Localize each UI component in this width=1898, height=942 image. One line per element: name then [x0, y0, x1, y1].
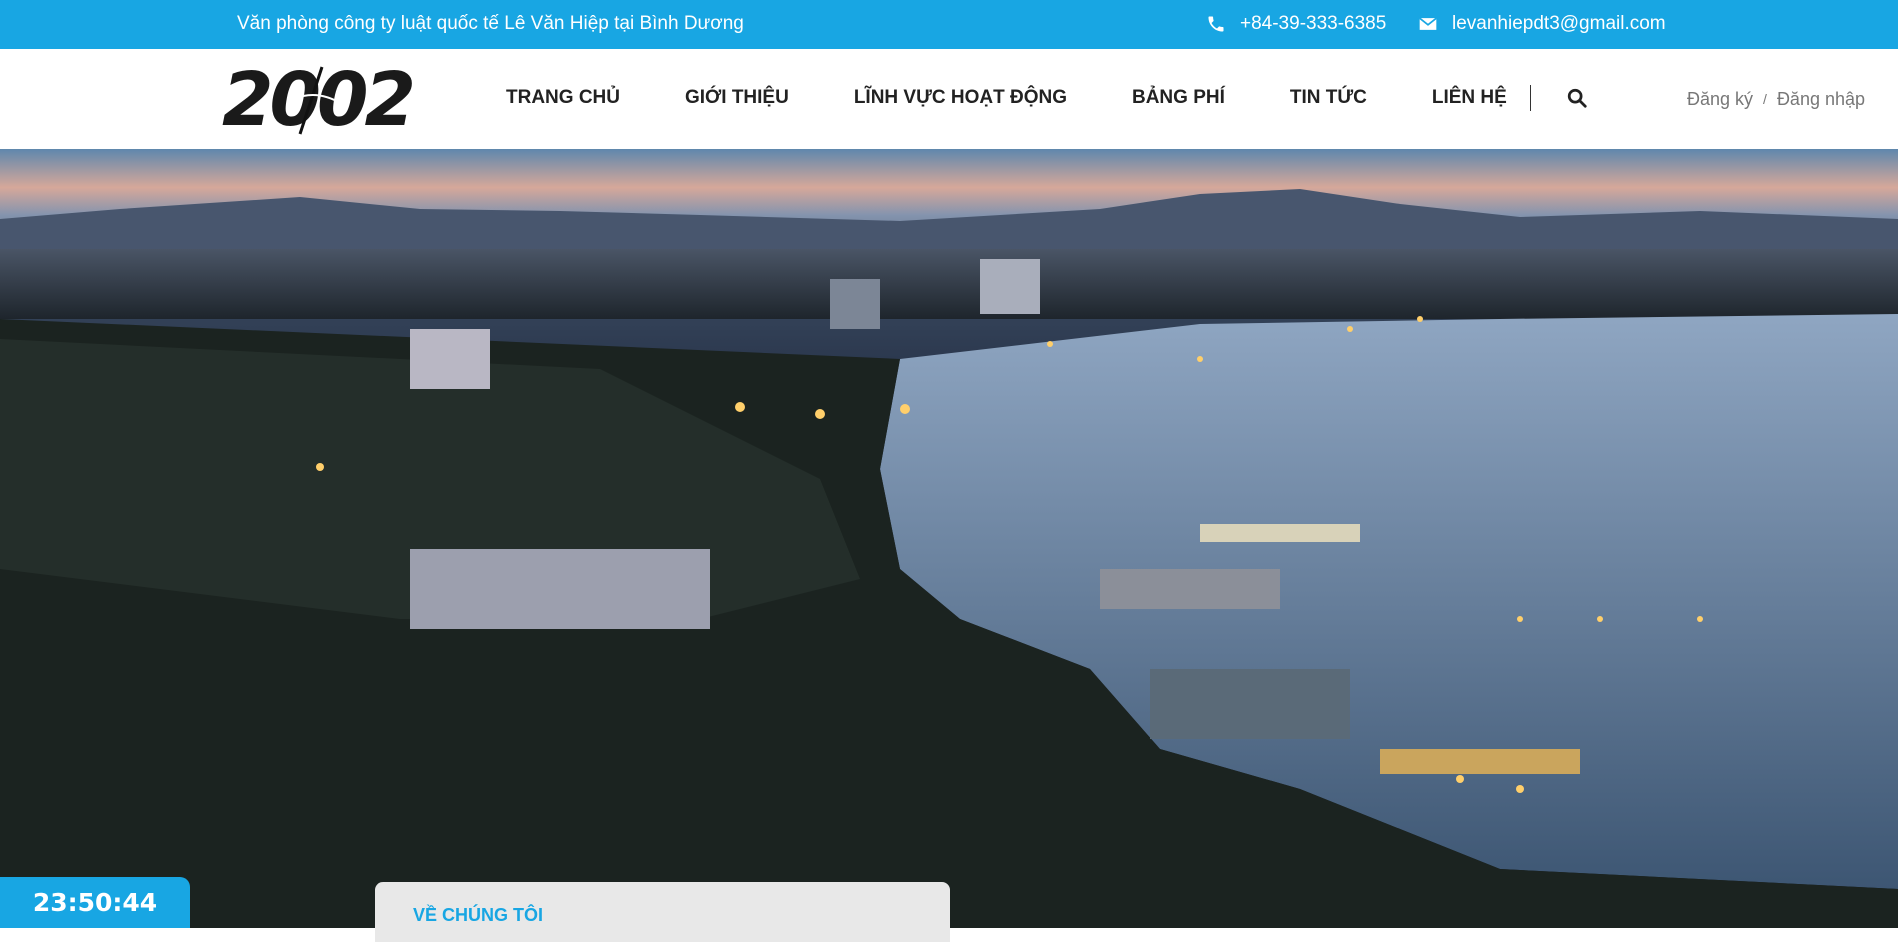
phone-contact[interactable]: +84-39-333-6385 [1206, 13, 1386, 35]
office-title: Văn phòng công ty luật quốc tế Lê Văn Hi… [237, 13, 744, 34]
clock-badge: 23:50:44 [0, 877, 190, 928]
nav-item-practice-areas[interactable]: LĨNH VỰC HOẠT ĐỘNG [854, 87, 1067, 109]
top-contact-bar: Văn phòng công ty luật quốc tế Lê Văn Hi… [0, 0, 1898, 49]
nav-item-contact[interactable]: LIÊN HỆ [1432, 87, 1507, 109]
auth-separator: / [1763, 91, 1767, 107]
email-address[interactable]: levanhiepdt3@gmail.com [1452, 13, 1666, 35]
phone-icon [1208, 16, 1224, 32]
auth-links: Đăng ký / Đăng nhập [1687, 89, 1865, 110]
search-icon[interactable] [1566, 87, 1588, 109]
main-nav: TRANG CHỦ GIỚI THIỆU LĨNH VỰC HOẠT ĐỘNG … [506, 87, 1507, 109]
about-us-title: VỀ CHÚNG TÔI [413, 905, 544, 925]
site-logo[interactable]: 2002 [222, 59, 477, 139]
phone-number[interactable]: +84-39-333-6385 [1240, 13, 1386, 35]
email-contact[interactable]: levanhiepdt3@gmail.com [1418, 13, 1666, 35]
login-link[interactable]: Đăng nhập [1777, 89, 1865, 110]
svg-text:2002: 2002 [222, 59, 412, 139]
hero-banner-image [0, 149, 1898, 928]
nav-item-news[interactable]: TIN TỨC [1290, 87, 1367, 109]
nav-item-about[interactable]: GIỚI THIỆU [685, 87, 789, 109]
nav-divider [1530, 85, 1531, 111]
nav-item-home[interactable]: TRANG CHỦ [506, 87, 620, 109]
about-us-card: VỀ CHÚNG TÔI [375, 882, 950, 942]
register-link[interactable]: Đăng ký [1687, 89, 1753, 110]
main-header: 2002 TRANG CHỦ GIỚI THIỆU LĨNH VỰC HOẠT … [0, 49, 1898, 150]
nav-item-fees[interactable]: BẢNG PHÍ [1132, 87, 1225, 109]
envelope-icon [1419, 17, 1437, 30]
